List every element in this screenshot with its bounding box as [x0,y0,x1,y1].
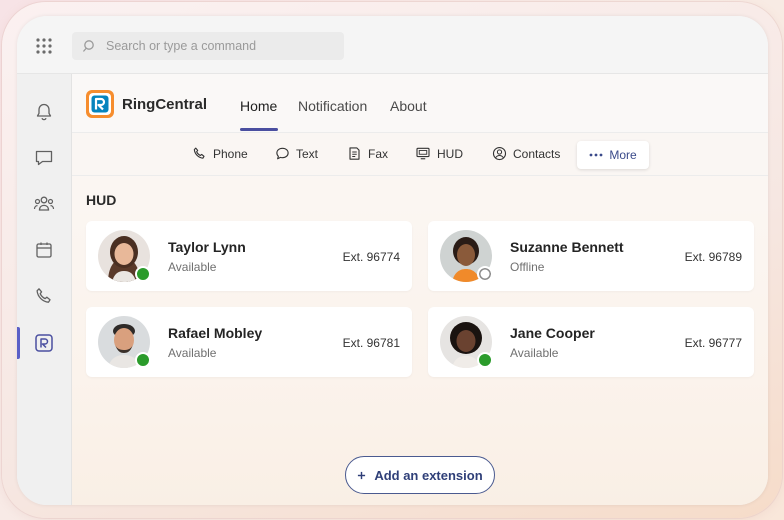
feature-toolbar: Phone Text Fax HUD Contacts More [72,132,768,176]
search-icon [83,40,94,52]
calendar-icon [36,242,52,258]
top-bar: Search or type a command [17,16,768,74]
search-input[interactable]: Search or type a command [72,32,344,60]
toolbar-contacts-label: Contacts [513,146,561,161]
contact-status: Available [168,346,217,360]
app-launcher-icon[interactable] [35,37,53,55]
sidebar-item-ringcentral[interactable] [33,332,55,354]
contact-card[interactable]: Suzanne Bennett Offline Ext. 96789 [428,221,754,291]
contact-name: Jane Cooper [510,325,595,341]
presence-indicator [477,266,493,282]
contact-extension: Ext. 96774 [342,250,400,264]
sidebar-item-chat[interactable] [33,147,55,169]
phone-icon [193,147,205,159]
tab-notification[interactable]: Notification [298,98,367,114]
section-title: HUD [86,192,117,208]
toolbar-text-label: Text [296,146,319,161]
tab-about[interactable]: About [390,98,427,114]
search-placeholder: Search or type a command [106,39,257,53]
contact-card[interactable]: Jane Cooper Available Ext. 96777 [428,307,754,377]
toolbar-phone[interactable]: Phone [192,146,248,161]
fax-icon [349,147,360,160]
ringcentral-icon [35,334,53,352]
chat-icon [35,150,53,166]
brand-name: RingCentral [122,96,208,113]
sidebar-item-teams[interactable] [33,193,55,215]
contact-status: Offline [510,260,545,274]
contact-name: Taylor Lynn [168,239,246,255]
contact-name: Suzanne Bennett [510,239,624,255]
add-extension-button[interactable]: Add an extension [345,456,495,494]
tab-active-underline [240,128,278,131]
sidebar-item-activity[interactable] [33,101,55,123]
left-rail [17,74,72,505]
app-header: RingCentral Home Notification About [72,74,768,132]
teams-icon [33,196,55,211]
toolbar-phone-label: Phone [213,146,248,161]
main-content: RingCentral Home Notification About Phon… [72,74,768,505]
contact-icon [492,146,507,161]
toolbar-hud[interactable]: HUD [415,146,463,161]
ringcentral-logo [86,90,114,118]
toolbar-fax[interactable]: Fax [347,146,388,161]
contact-status: Available [510,346,559,360]
more-button-label: More [609,148,637,162]
presence-indicator [477,352,493,368]
contact-name: Rafael Mobley [168,325,263,341]
sidebar-item-calls[interactable] [33,285,55,307]
toolbar-hud-label: HUD [437,146,463,161]
bell-icon [36,103,52,121]
toolbar-contacts[interactable]: Contacts [492,146,560,161]
app-window: Search or type a command RingCentral Hom… [17,16,768,505]
presence-indicator [135,352,151,368]
contact-extension: Ext. 96781 [342,336,400,350]
presence-indicator [135,266,151,282]
toolbar-text[interactable]: Text [275,146,318,161]
sidebar-item-calendar[interactable] [33,239,55,261]
toolbar-fax-label: Fax [368,146,389,161]
more-button[interactable]: More [577,141,649,169]
contact-status: Available [168,260,217,274]
active-indicator [17,327,20,359]
contact-card[interactable]: Rafael Mobley Available Ext. 96781 [86,307,412,377]
tab-home[interactable]: Home [240,98,277,114]
contact-extension: Ext. 96777 [684,336,742,350]
monitor-icon [416,147,430,160]
add-extension-label: Add an extension [374,467,483,483]
plus-icon [358,471,366,479]
contact-extension: Ext. 96789 [684,250,742,264]
phone-icon [36,288,51,303]
contact-card[interactable]: Taylor Lynn Available Ext. 96774 [86,221,412,291]
text-bubble-icon [276,147,289,160]
ellipsis-icon [589,153,603,157]
